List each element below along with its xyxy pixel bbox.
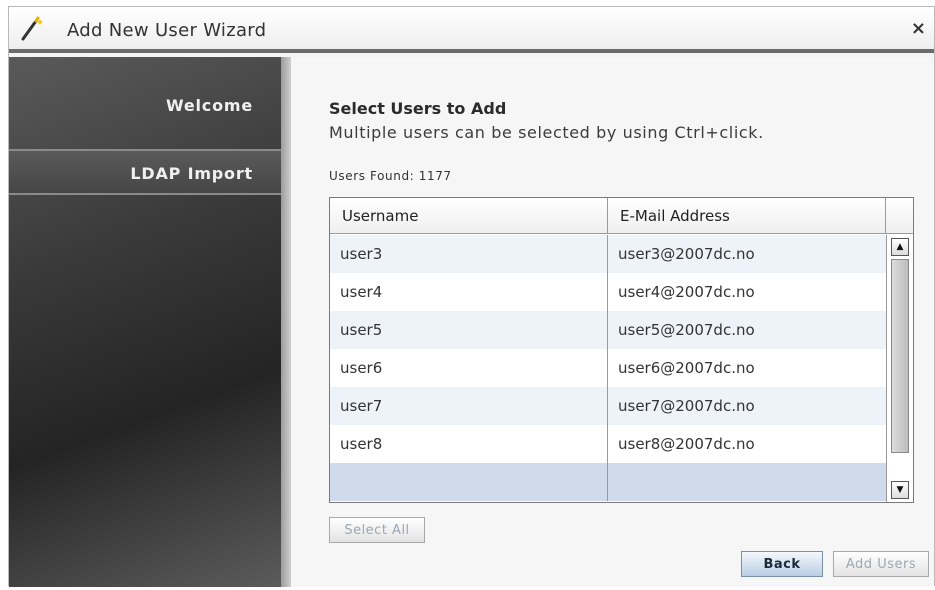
email-cell: user7@2007dc.no	[618, 397, 755, 415]
wizard-window: Add New User Wizard × Welcome LDAP Impor…	[8, 6, 935, 587]
sidebar-item-ldap-import[interactable]: LDAP Import	[9, 149, 281, 195]
users-found-count: Users Found: 1177	[329, 169, 452, 183]
table-row[interactable]: user8 user8@2007dc.no	[330, 425, 886, 463]
wand-icon	[21, 16, 43, 41]
email-cell: user8@2007dc.no	[618, 435, 755, 453]
username-cell: user4	[330, 273, 608, 311]
username-cell: user3	[330, 235, 608, 273]
username-cell: user7	[330, 387, 608, 425]
table-row[interactable]: user4 user4@2007dc.no	[330, 273, 886, 311]
username-cell: user6	[330, 349, 608, 387]
scroll-thumb[interactable]	[891, 259, 909, 453]
section-subtitle: Multiple users can be selected by using …	[329, 123, 764, 142]
main-panel: Select Users to Add Multiple users can b…	[291, 57, 934, 587]
table-row[interactable]: user3 user3@2007dc.no	[330, 235, 886, 273]
scroll-up-arrow-icon[interactable]: ▲	[891, 238, 909, 256]
users-table: Username E-Mail Address user3 user3@2007…	[329, 197, 914, 503]
column-header-username[interactable]: Username	[330, 198, 608, 234]
select-all-button[interactable]: Select All	[329, 517, 425, 543]
back-button[interactable]: Back	[741, 551, 823, 577]
sidebar-divider	[281, 57, 291, 587]
table-body: user3 user3@2007dc.no user4 user4@2007dc…	[330, 235, 886, 501]
wizard-sidebar: Welcome LDAP Import	[9, 57, 291, 587]
table-scrollbar[interactable]: ▲ ▼	[886, 235, 913, 502]
table-header: Username E-Mail Address	[330, 198, 913, 234]
window-title: Add New User Wizard	[67, 20, 267, 41]
username-cell: user5	[330, 311, 608, 349]
email-cell: user5@2007dc.no	[618, 321, 755, 339]
username-cell: user8	[330, 425, 608, 463]
table-row[interactable]: user7 user7@2007dc.no	[330, 387, 886, 425]
close-icon[interactable]: ×	[911, 18, 926, 39]
table-row[interactable]	[330, 463, 886, 501]
header-corner	[886, 198, 913, 234]
table-row[interactable]: user6 user6@2007dc.no	[330, 349, 886, 387]
email-cell: user4@2007dc.no	[618, 283, 755, 301]
username-cell	[330, 463, 608, 501]
email-cell: user6@2007dc.no	[618, 359, 755, 377]
sidebar-item-welcome[interactable]: Welcome	[9, 83, 281, 129]
email-cell	[608, 463, 886, 501]
scroll-down-arrow-icon[interactable]: ▼	[891, 481, 909, 499]
add-users-button[interactable]: Add Users	[833, 551, 929, 577]
table-row[interactable]: user5 user5@2007dc.no	[330, 311, 886, 349]
email-cell: user3@2007dc.no	[618, 245, 755, 263]
column-header-email[interactable]: E-Mail Address	[608, 198, 886, 234]
title-bar: Add New User Wizard ×	[9, 7, 934, 53]
section-title: Select Users to Add	[329, 99, 507, 118]
